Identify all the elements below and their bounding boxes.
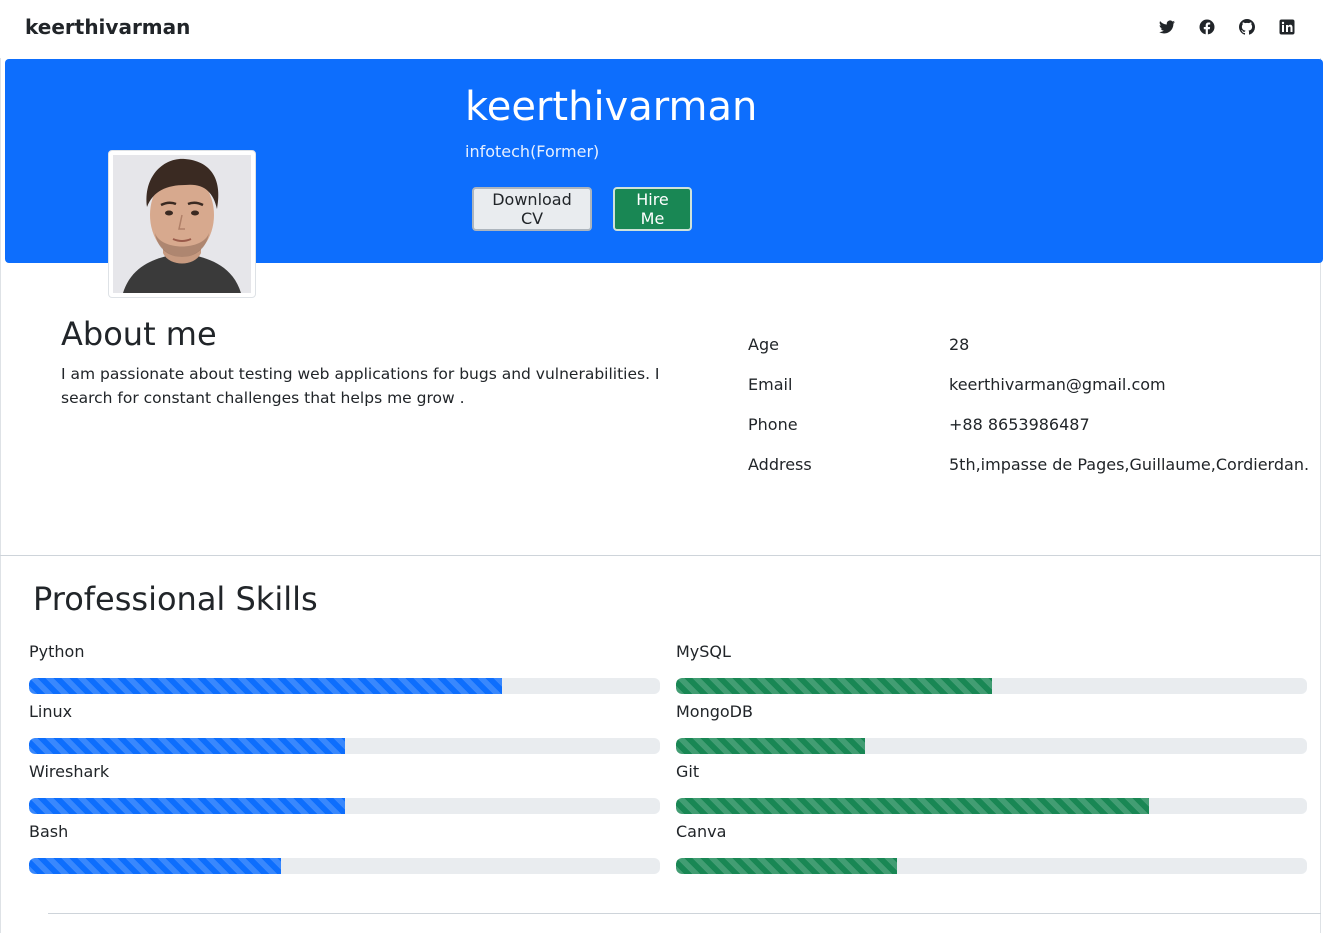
hero-name: keerthivarman [465, 84, 758, 130]
linkedin-icon[interactable] [1279, 19, 1295, 35]
skill-bar-git [676, 798, 1307, 814]
skill-bar-fill [676, 858, 897, 874]
skill-label-wireshark: Wireshark [29, 762, 110, 781]
skill-bar-fill [29, 738, 345, 754]
github-icon[interactable] [1239, 19, 1255, 35]
info-label-phone: Phone [748, 415, 798, 434]
info-value-email: keerthivarman@gmail.com [949, 375, 1166, 394]
skill-bar-fill [29, 858, 282, 874]
profile-photo-frame [108, 150, 256, 298]
download-cv-button[interactable]: Download CV [472, 187, 592, 231]
skill-label-mysql: MySQL [676, 642, 731, 661]
skill-bar-mongodb [676, 738, 1307, 754]
skill-bar-fill [29, 678, 503, 694]
facebook-icon[interactable] [1199, 19, 1215, 35]
skill-bar-wireshark [29, 798, 660, 814]
skill-bar-fill [676, 678, 992, 694]
skills-title: Professional Skills [33, 580, 318, 618]
skill-label-git: Git [676, 762, 700, 781]
skill-bar-fill [676, 798, 1150, 814]
section-divider [0, 555, 1321, 556]
skill-bar-fill [29, 798, 345, 814]
skill-bar-bash [29, 858, 660, 874]
skill-bar-mysql [676, 678, 1307, 694]
hire-me-button[interactable]: Hire Me [613, 187, 692, 231]
skill-bar-fill [676, 738, 866, 754]
profile-photo [113, 155, 251, 293]
about-text: I am passionate about testing web applic… [61, 365, 660, 407]
skill-label-linux: Linux [29, 702, 73, 721]
info-value-address: 5th,impasse de Pages,Guillaume,Cordierda… [949, 455, 1310, 474]
info-label-email: Email [748, 375, 793, 394]
skill-bar-canva [676, 858, 1307, 874]
hero-subtitle: infotech(Former) [465, 142, 600, 161]
brand-link[interactable]: keerthivarman [25, 15, 190, 39]
skill-bar-linux [29, 738, 660, 754]
skill-label-bash: Bash [29, 822, 69, 841]
info-value-phone: +88 8653986487 [949, 415, 1090, 434]
skill-label-python: Python [29, 642, 85, 661]
info-value-age: 28 [949, 335, 970, 354]
info-label-address: Address [748, 455, 812, 474]
twitter-icon[interactable] [1159, 19, 1175, 35]
bottom-divider [48, 913, 1321, 914]
skill-label-mongodb: MongoDB [676, 702, 753, 721]
about-title: About me [61, 315, 217, 353]
skill-label-canva: Canva [676, 822, 727, 841]
navbar: keerthivarman [0, 0, 1321, 58]
skill-bar-python [29, 678, 660, 694]
info-label-age: Age [748, 335, 779, 354]
